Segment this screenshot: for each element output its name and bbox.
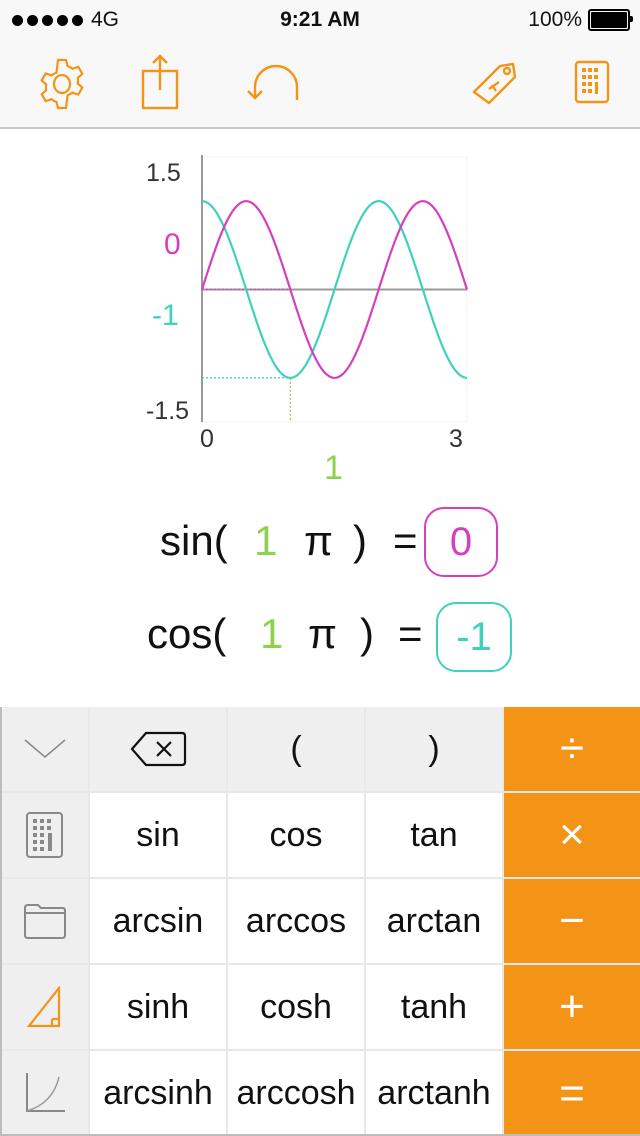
equals-sign: = [393,517,418,564]
open-paren-button[interactable]: ( [228,707,364,791]
calculator-icon [574,60,610,104]
settings-button[interactable] [32,54,92,114]
graph-icon [26,1073,65,1112]
cos-formula: cos( 1 π ) = -1 [0,598,640,678]
cos-result: -1 [436,602,512,672]
undo-button[interactable] [243,54,303,114]
battery-percent: 100% [528,8,582,31]
arctanh-button[interactable]: arctanh [366,1051,502,1136]
close-paren: ) [353,517,367,564]
pi-unit: π [308,610,337,657]
tanh-button[interactable]: tanh [366,965,502,1049]
x-max-tick: 3 [449,425,463,453]
trig-mode-button[interactable] [2,965,88,1049]
y-min-tick: -1.5 [146,397,190,425]
subtract-button[interactable]: − [504,879,640,963]
close-paren-button[interactable]: ) [366,707,502,791]
equals-button[interactable]: = [504,1051,640,1136]
pi-unit: π [304,517,333,564]
arccosh-button[interactable]: arccosh [228,1051,364,1136]
collapse-keypad-button[interactable] [2,707,88,791]
cos-value-label: -1 [152,299,179,332]
cursor-x-label[interactable]: 1 [324,449,343,488]
frame-left-border [0,707,2,1136]
status-bar: 4G 9:21 AM 100% [0,0,640,40]
calculator-button[interactable] [564,54,624,114]
x-min-tick: 0 [200,425,214,453]
tan-button[interactable]: tan [366,793,502,877]
tag-icon [472,62,517,105]
multiply-button[interactable]: × [504,793,640,877]
sin-argument[interactable]: 1 [254,517,277,565]
functions-mode-button[interactable] [2,1051,88,1135]
files-button[interactable] [2,879,88,963]
arcsinh-button[interactable]: arcsinh [90,1051,226,1136]
chevron-down-icon [24,739,66,758]
y-max-tick: 1.5 [146,159,181,187]
sin-value-label: 0 [164,228,181,261]
cos-argument[interactable]: 1 [260,610,283,658]
undo-icon [247,64,299,100]
arcsin-button[interactable]: arcsin [90,879,226,963]
keypad: ( ) sin cos tan arcsin arccos arctan sin… [0,707,640,1136]
tag-button[interactable] [468,54,528,114]
add-button[interactable]: + [504,965,640,1049]
arccos-button[interactable]: arccos [228,879,364,963]
triangle-icon [27,986,61,1028]
calculator-mode-button[interactable] [2,793,88,877]
backspace-button[interactable] [90,707,226,791]
cos-button[interactable]: cos [228,793,364,877]
gear-icon [40,58,84,110]
battery-icon [588,9,633,31]
sin-result: 0 [424,507,498,577]
sinh-button[interactable]: sinh [90,965,226,1049]
share-icon [141,54,179,110]
sin-func-label: sin( [160,517,228,564]
graph-area: 1.5 -1.5 0 3 0 -1 1 [0,129,640,489]
folder-icon [24,904,66,939]
close-paren: ) [360,610,374,657]
share-button[interactable] [130,54,190,114]
sin-button[interactable]: sin [90,793,226,877]
function-graph[interactable] [0,129,640,489]
toolbar [0,40,640,129]
arctan-button[interactable]: arctan [366,879,502,963]
cosh-button[interactable]: cosh [228,965,364,1049]
backspace-icon [130,731,187,767]
sin-formula: sin( 1 π ) = 0 [0,505,640,585]
equals-sign: = [398,610,423,657]
cos-func-label: cos( [147,610,227,657]
divide-button[interactable]: ÷ [504,707,640,791]
calculator-icon [26,812,63,858]
